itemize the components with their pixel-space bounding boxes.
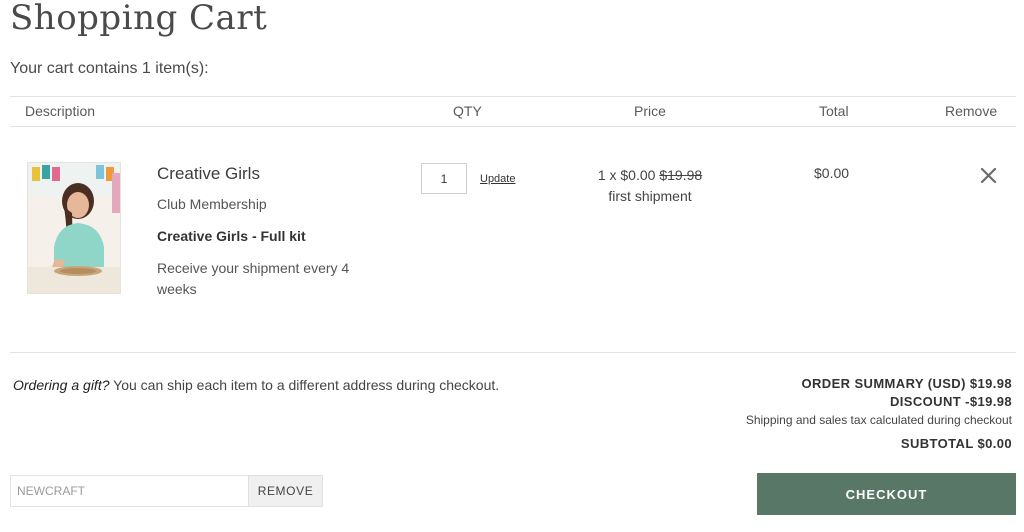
price-note: first shipment [608,188,692,204]
remove-item-button[interactable] [978,164,1000,186]
header-total: Total [819,103,849,119]
gift-note: Ordering a gift? You can ship each item … [13,377,499,393]
remove-promo-button[interactable]: REMOVE [248,475,323,507]
header-qty: QTY [453,103,482,119]
table-bottom-divider [10,352,1016,353]
checkout-button[interactable]: CHECKOUT [757,473,1016,515]
header-price: Price [634,103,666,119]
table-top-divider [10,96,1016,97]
price-current: 1 x $0.00 [597,167,656,183]
update-quantity-link[interactable]: Update [480,173,515,185]
subtotal: SUBTOTAL $0.00 [900,436,1012,451]
product-thumbnail[interactable] [27,162,121,294]
gift-note-text: You can ship each item to a different ad… [109,377,500,393]
page-title: Shopping Cart [10,0,268,38]
price-original: $19.98 [659,167,703,183]
product-name[interactable]: Creative Girls [157,164,260,184]
header-description: Description [25,103,96,119]
cart-count-text: Your cart contains 1 item(s): [10,60,209,77]
product-type: Club Membership [157,196,267,212]
quantity-input[interactable] [421,163,467,194]
product-image [28,163,120,293]
shipment-frequency: Receive your shipment every 4 weeks [157,260,350,297]
order-summary: ORDER SUMMARY (USD) $19.98 [801,376,1012,391]
header-remove: Remove [945,103,998,119]
product-kit: Creative Girls - Full kit [157,228,306,244]
item-total: $0.00 [814,165,850,181]
promo-code-input[interactable] [10,475,248,507]
close-icon [980,167,997,184]
gift-note-lead: Ordering a gift? [13,377,110,393]
item-price: 1 x $0.00 $19.98 first shipment [575,165,725,207]
discount: DISCOUNT -$19.98 [890,394,1012,409]
table-header-divider [10,126,1016,127]
shipping-note: Shipping and sales tax calculated during… [745,413,1012,427]
